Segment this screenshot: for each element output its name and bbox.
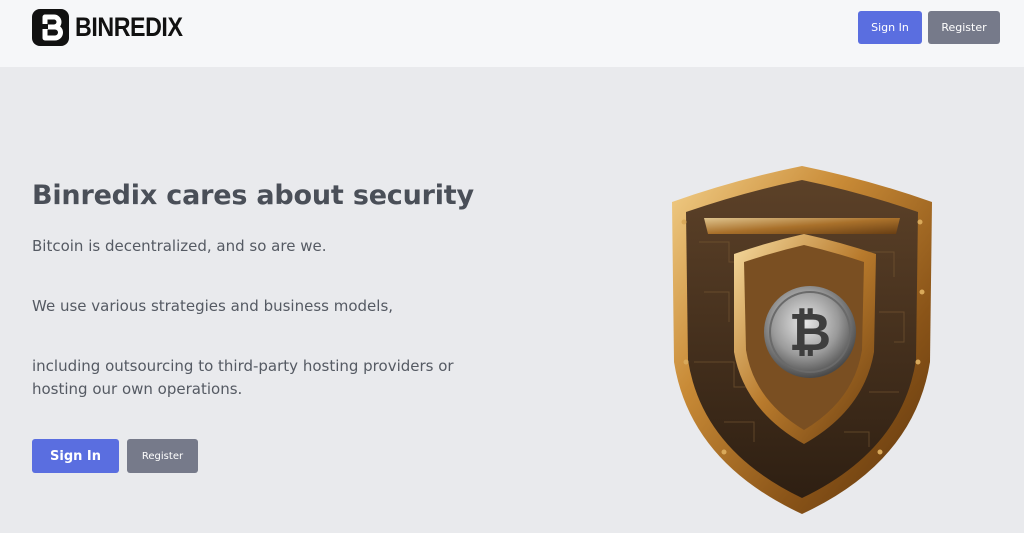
hero-text-hosting-line2: hosting our own operations. <box>32 380 243 398</box>
binredix-b-icon <box>32 9 69 46</box>
hero-text-hosting-line1: including outsourcing to third-party hos… <box>32 357 454 375</box>
hero-text-decentralized: Bitcoin is decentralized, and so are we. <box>32 237 327 255</box>
hero-text-hosting: including outsourcing to third-party hos… <box>32 355 454 401</box>
top-navbar: BINREDIX Sign In Register <box>0 0 1024 67</box>
hero-text-strategies: We use various strategies and business m… <box>32 297 394 315</box>
nav-register-button[interactable]: Register <box>928 11 1000 44</box>
hero-title: Binredix cares about security <box>32 180 474 211</box>
svg-text:₿: ₿ <box>789 303 831 363</box>
hero-signin-button[interactable]: Sign In <box>32 439 119 473</box>
brand-logo[interactable]: BINREDIX <box>32 9 200 46</box>
hero-register-button[interactable]: Register <box>127 439 198 473</box>
bitcoin-security-shield-icon: ₿ <box>664 162 940 518</box>
brand-name: BINREDIX <box>75 12 183 42</box>
nav-signin-button[interactable]: Sign In <box>858 11 922 44</box>
